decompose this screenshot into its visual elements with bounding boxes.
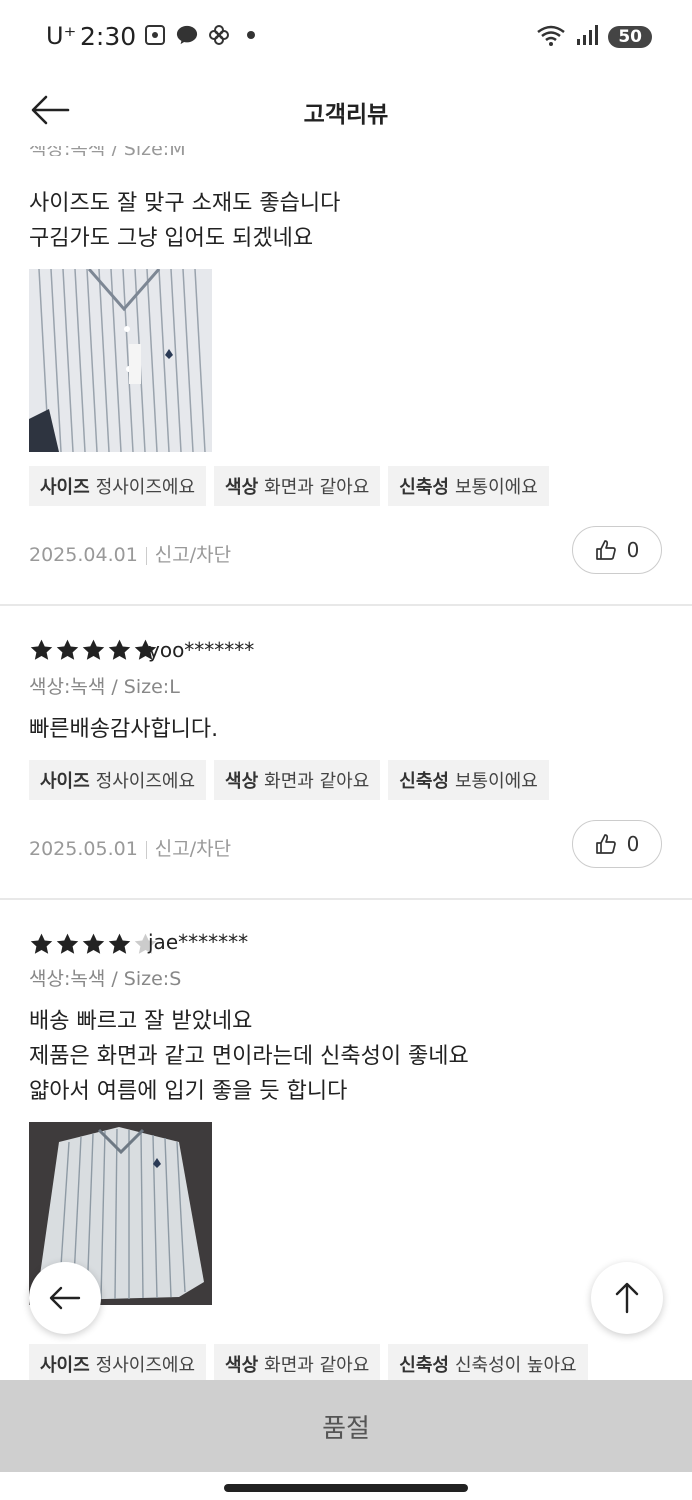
review-tags: 사이즈 정사이즈에요 색상 화면과 같아요 신축성 보통이에요 <box>29 466 549 506</box>
divider <box>0 604 692 606</box>
tag-color: 색상 화면과 같아요 <box>214 466 381 506</box>
star-icon <box>30 639 53 660</box>
review-list[interactable]: 색상:녹색 / Size:M 사이즈도 잘 맞구 소재도 좋습니다 구김가도 그… <box>0 146 692 1380</box>
review-text-line: 빠른배송감사합니다. <box>29 717 219 742</box>
battery-indicator: 50 <box>608 26 652 48</box>
review-text-line: 제품은 화면과 같고 면이라는데 신축성이 좋네요 <box>29 1044 469 1069</box>
report-block-link[interactable]: 신고/차단 <box>155 544 231 566</box>
tag-stretch: 신축성 보통이에요 <box>388 466 549 506</box>
review-footer: 2025.05.01 신고/차단 <box>29 834 231 861</box>
review-text: 사이즈도 잘 맞구 소재도 좋습니다 구김가도 그냥 입어도 되겠네요 <box>29 186 340 256</box>
star-icon <box>82 639 105 660</box>
review-text-line: 배송 빠르고 잘 받았네요 <box>29 1009 253 1034</box>
reviewer-name: yoo******* <box>148 638 255 662</box>
soldout-bar[interactable]: 품절 <box>0 1380 692 1472</box>
review-text: 빠른배송감사합니다. <box>29 712 218 747</box>
notification-icons <box>144 24 262 46</box>
carrier-label: U⁺ <box>46 22 77 50</box>
tag-color: 색상 화면과 같아요 <box>214 1344 381 1380</box>
star-icon <box>108 933 131 954</box>
back-arrow-icon <box>49 1286 81 1310</box>
screenshot-icon <box>144 24 166 46</box>
reviewer-name: jae******* <box>148 930 249 954</box>
tag-stretch: 신축성 신축성이 높아요 <box>388 1344 588 1380</box>
star-icon <box>108 639 131 660</box>
page-title: 고객리뷰 <box>303 102 389 128</box>
review-photo[interactable] <box>29 269 212 452</box>
home-gesture-bar[interactable] <box>224 1484 468 1492</box>
star-rating <box>29 638 158 663</box>
review-text-line: 얇아서 여름에 입기 좋을 듯 합니다 <box>29 1079 348 1104</box>
status-bar: U⁺ 2:30 50 <box>0 0 692 76</box>
review-tags: 사이즈 정사이즈에요 색상 화면과 같아요 신축성 보통이에요 <box>29 760 549 800</box>
like-count: 0 <box>626 832 640 856</box>
tag-stretch: 신축성 보통이에요 <box>388 760 549 800</box>
star-icon <box>56 933 79 954</box>
review-footer: 2025.04.01 신고/차단 <box>29 540 231 567</box>
system-icons: 50 <box>536 24 652 50</box>
app-header: 고객리뷰 <box>0 76 692 146</box>
soldout-label: 품절 <box>322 1413 370 1444</box>
tag-color: 색상 화면과 같아요 <box>214 760 381 800</box>
scroll-top-icon <box>615 1282 639 1314</box>
review-text-line: 구김가도 그냥 입어도 되겠네요 <box>29 226 314 251</box>
floating-back-button[interactable] <box>29 1262 101 1334</box>
star-icon <box>30 933 53 954</box>
review-date: 2025.04.01 <box>29 544 138 566</box>
review-meta: 색상:녹색 / Size:L <box>29 676 180 698</box>
star-icon <box>82 933 105 954</box>
review-text-line: 사이즈도 잘 맞구 소재도 좋습니다 <box>29 191 341 216</box>
tag-size: 사이즈 정사이즈에요 <box>29 1344 207 1380</box>
pinwheel-icon <box>208 24 230 46</box>
review-tags: 사이즈 정사이즈에요 색상 화면과 같아요 신축성 신축성이 높아요 <box>29 1344 588 1380</box>
star-rating <box>29 932 158 957</box>
like-button[interactable]: 0 <box>572 526 662 574</box>
dot-icon <box>240 24 262 46</box>
wifi-icon <box>536 24 566 50</box>
clock: 2:30 <box>80 22 137 51</box>
signal-icon <box>576 24 599 50</box>
report-block-link[interactable]: 신고/차단 <box>155 838 231 860</box>
like-count: 0 <box>626 538 640 562</box>
tag-size: 사이즈 정사이즈에요 <box>29 760 207 800</box>
star-icon <box>56 639 79 660</box>
review-meta: 색상:녹색 / Size:S <box>29 968 182 990</box>
review-text: 배송 빠르고 잘 받았네요 제품은 화면과 같고 면이라는데 신축성이 좋네요 … <box>29 1004 469 1109</box>
tag-size: 사이즈 정사이즈에요 <box>29 466 207 506</box>
thumbs-up-icon <box>595 834 616 854</box>
divider <box>0 898 692 900</box>
review-meta: 색상:녹색 / Size:M <box>29 146 186 156</box>
review-date: 2025.05.01 <box>29 838 138 860</box>
like-button[interactable]: 0 <box>572 820 662 868</box>
scroll-top-button[interactable] <box>591 1262 663 1334</box>
talk-icon <box>176 24 198 46</box>
thumbs-up-icon <box>595 540 616 560</box>
